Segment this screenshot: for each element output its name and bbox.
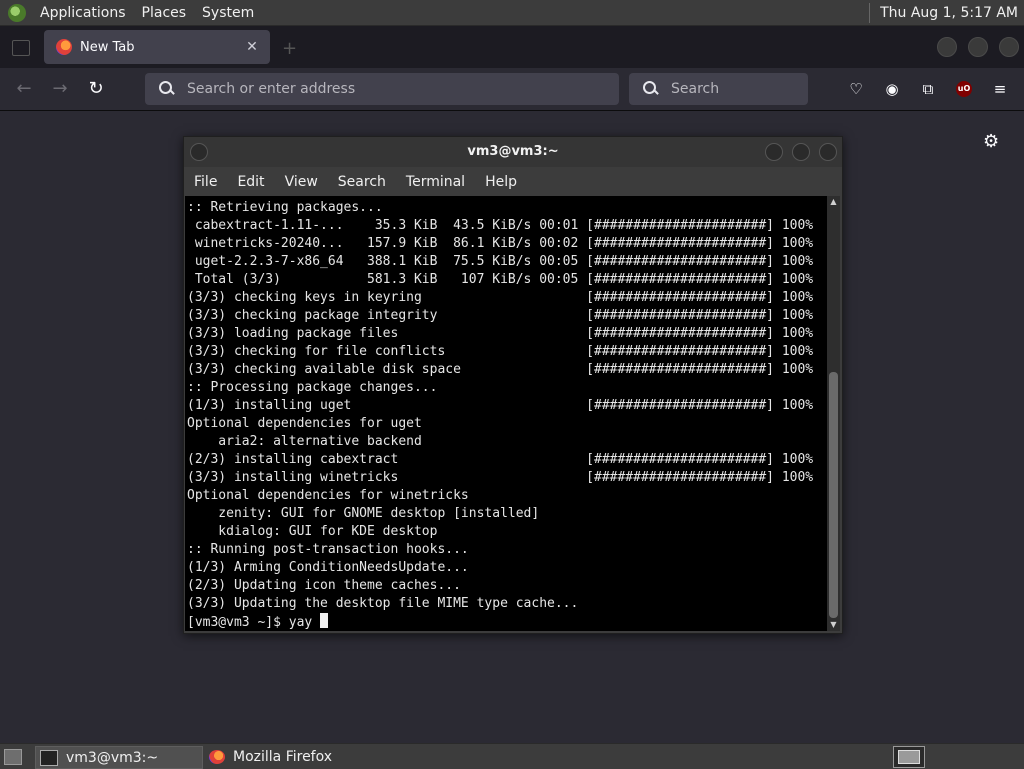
terminal-title-bar[interactable]: vm3@vm3:~ bbox=[184, 137, 842, 167]
menu-edit[interactable]: Edit bbox=[227, 174, 274, 190]
new-tab-icon[interactable]: + bbox=[282, 38, 297, 59]
maximize-window-button[interactable] bbox=[968, 37, 988, 57]
scroll-down-icon[interactable]: ▼ bbox=[827, 619, 840, 631]
menu-file[interactable]: File bbox=[184, 174, 227, 190]
reload-icon[interactable]: ↻ bbox=[85, 78, 107, 100]
close-tab-icon[interactable]: ✕ bbox=[244, 39, 260, 55]
shell-prompt: [vm3@vm3 ~]$ yay bbox=[187, 615, 321, 630]
menu-help[interactable]: Help bbox=[475, 174, 527, 190]
show-desktop-icon[interactable] bbox=[4, 749, 22, 765]
tab-title: New Tab bbox=[80, 39, 135, 55]
terminal-scrollbar[interactable]: ▲ ▼ bbox=[827, 196, 840, 631]
firefox-icon bbox=[209, 749, 225, 764]
tab-new-tab[interactable]: New Tab ✕ bbox=[44, 30, 270, 64]
bottom-taskbar: vm3@vm3:~ Mozilla Firefox bbox=[0, 743, 1024, 769]
terminal-output-text: :: Retrieving packages... cabextract-1.1… bbox=[187, 200, 814, 611]
distro-logo-icon[interactable] bbox=[8, 3, 26, 22]
account-icon[interactable]: ◉ bbox=[882, 79, 902, 99]
scroll-up-icon[interactable]: ▲ bbox=[827, 196, 840, 208]
search-icon bbox=[643, 81, 659, 97]
panel-separator bbox=[869, 2, 871, 23]
taskbar-firefox-button[interactable]: Mozilla Firefox bbox=[205, 746, 375, 767]
left-arrow-icon[interactable]: ← bbox=[13, 78, 35, 100]
text-cursor bbox=[320, 613, 329, 628]
taskbar-firefox-label: Mozilla Firefox bbox=[233, 748, 333, 765]
top-panel: Applications Places System Thu Aug 1, 5:… bbox=[0, 0, 1024, 26]
terminal-maximize-button[interactable] bbox=[792, 143, 810, 161]
search-placeholder: Search bbox=[671, 81, 720, 97]
gear-icon[interactable]: ⚙ bbox=[983, 131, 999, 152]
search-icon bbox=[159, 81, 175, 97]
menu-view[interactable]: View bbox=[275, 174, 328, 190]
search-bar[interactable]: Search bbox=[629, 73, 808, 105]
taskbar-terminal-label: vm3@vm3:~ bbox=[66, 749, 159, 766]
terminal-close-button[interactable] bbox=[819, 143, 837, 161]
minimize-window-button[interactable] bbox=[937, 37, 957, 57]
terminal-title: vm3@vm3:~ bbox=[467, 144, 559, 159]
address-bar[interactable]: Search or enter address bbox=[145, 73, 619, 105]
address-placeholder: Search or enter address bbox=[187, 81, 356, 97]
terminal-icon bbox=[40, 749, 58, 766]
close-window-button[interactable] bbox=[999, 37, 1019, 57]
system-menu[interactable]: System bbox=[194, 5, 262, 21]
taskbar-terminal-button[interactable]: vm3@vm3:~ bbox=[35, 746, 203, 769]
terminal-output[interactable]: :: Retrieving packages... cabextract-1.1… bbox=[185, 196, 827, 631]
ublock-origin-icon[interactable]: uO bbox=[956, 81, 972, 97]
pocket-icon[interactable]: ♡ bbox=[846, 79, 866, 99]
workspace-switcher[interactable] bbox=[893, 746, 925, 768]
menu-terminal[interactable]: Terminal bbox=[396, 174, 475, 190]
terminal-menu-bar: File Edit View Search Terminal Help bbox=[184, 169, 842, 195]
terminal-minimize-button[interactable] bbox=[765, 143, 783, 161]
right-arrow-icon[interactable]: → bbox=[49, 78, 71, 100]
tab-list-icon[interactable] bbox=[12, 40, 30, 56]
scrollbar-thumb[interactable] bbox=[829, 372, 838, 618]
menu-search[interactable]: Search bbox=[328, 174, 396, 190]
firefox-favicon-icon bbox=[56, 39, 72, 55]
applications-menu[interactable]: Applications bbox=[32, 5, 134, 21]
terminal-window: vm3@vm3:~ File Edit View Search Terminal… bbox=[183, 136, 843, 634]
browser-nav-bar: ← → ↻ Search or enter address Search ♡ ◉… bbox=[0, 68, 1024, 111]
hamburger-icon[interactable]: ≡ bbox=[990, 79, 1010, 99]
clock[interactable]: Thu Aug 1, 5:17 AM bbox=[880, 5, 1024, 21]
puzzle-icon[interactable]: ⧉ bbox=[918, 79, 938, 99]
browser-tab-bar: New Tab ✕ + bbox=[0, 26, 1024, 68]
places-menu[interactable]: Places bbox=[134, 5, 195, 21]
